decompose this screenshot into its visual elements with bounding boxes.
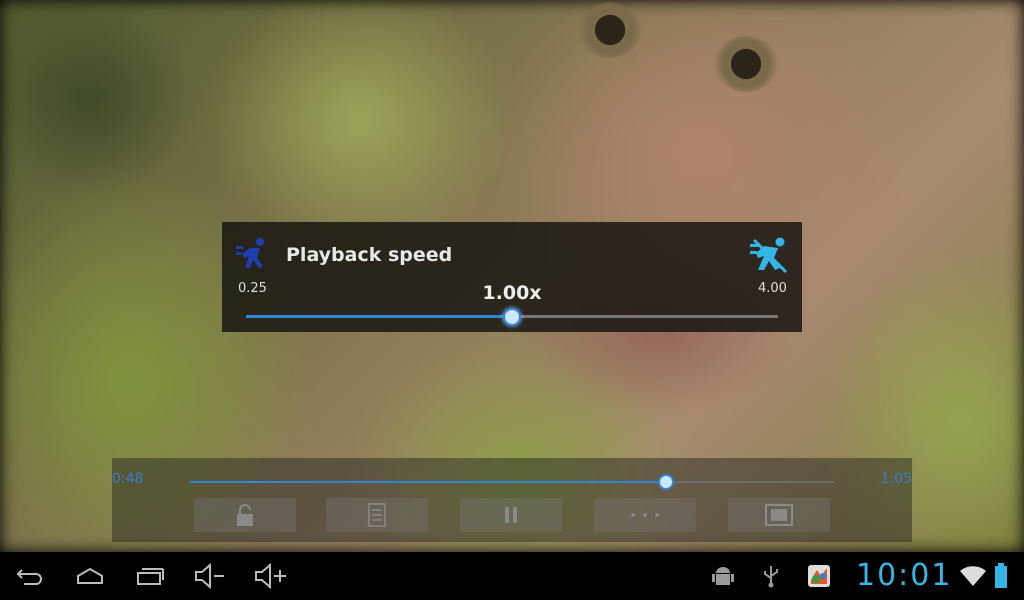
system-bar: 10:01 xyxy=(0,552,1024,600)
home-icon[interactable] xyxy=(74,560,106,592)
pause-button[interactable] xyxy=(460,498,562,532)
current-time: 0:48 xyxy=(112,471,144,487)
seek-bar[interactable] xyxy=(190,474,834,490)
wifi-icon xyxy=(958,560,988,592)
speed-max-label: 4.00 xyxy=(758,281,787,296)
lock-button[interactable] xyxy=(194,498,296,532)
dialog-title: Playback speed xyxy=(286,244,453,266)
lock-icon xyxy=(235,503,255,527)
video-detail xyxy=(578,2,642,58)
more-button[interactable] xyxy=(594,498,696,532)
volume-down-icon[interactable] xyxy=(192,560,228,592)
run-fast-icon[interactable] xyxy=(750,236,790,274)
video-detail xyxy=(714,36,778,92)
volume-up-icon[interactable] xyxy=(252,560,290,592)
walk-slow-icon[interactable] xyxy=(236,236,272,272)
player-controls: 0:48 1:05 xyxy=(112,458,912,542)
seek-bar-fill xyxy=(190,481,666,483)
usb-icon xyxy=(760,560,782,592)
playlist-button[interactable] xyxy=(326,498,428,532)
playlist-icon xyxy=(368,503,386,527)
debug-android-icon xyxy=(710,560,736,592)
pause-icon xyxy=(503,506,519,524)
more-icon xyxy=(630,512,660,518)
fullscreen-button[interactable] xyxy=(728,498,830,532)
status-clock: 10:01 xyxy=(856,558,953,593)
fullscreen-icon xyxy=(765,504,793,526)
total-time: 1:05 xyxy=(880,471,912,487)
back-icon[interactable] xyxy=(14,560,46,592)
app-notification-icon[interactable] xyxy=(806,560,832,592)
speed-slider-fill xyxy=(246,315,512,318)
speed-slider-thumb[interactable] xyxy=(503,308,521,326)
recent-apps-icon[interactable] xyxy=(134,560,166,592)
battery-icon xyxy=(992,560,1010,592)
seek-bar-thumb[interactable] xyxy=(657,474,674,490)
speed-slider[interactable] xyxy=(246,308,778,326)
playback-speed-dialog: Playback speed 0.25 1.00x 4.00 xyxy=(222,222,802,332)
speed-value: 1.00x xyxy=(482,282,542,304)
